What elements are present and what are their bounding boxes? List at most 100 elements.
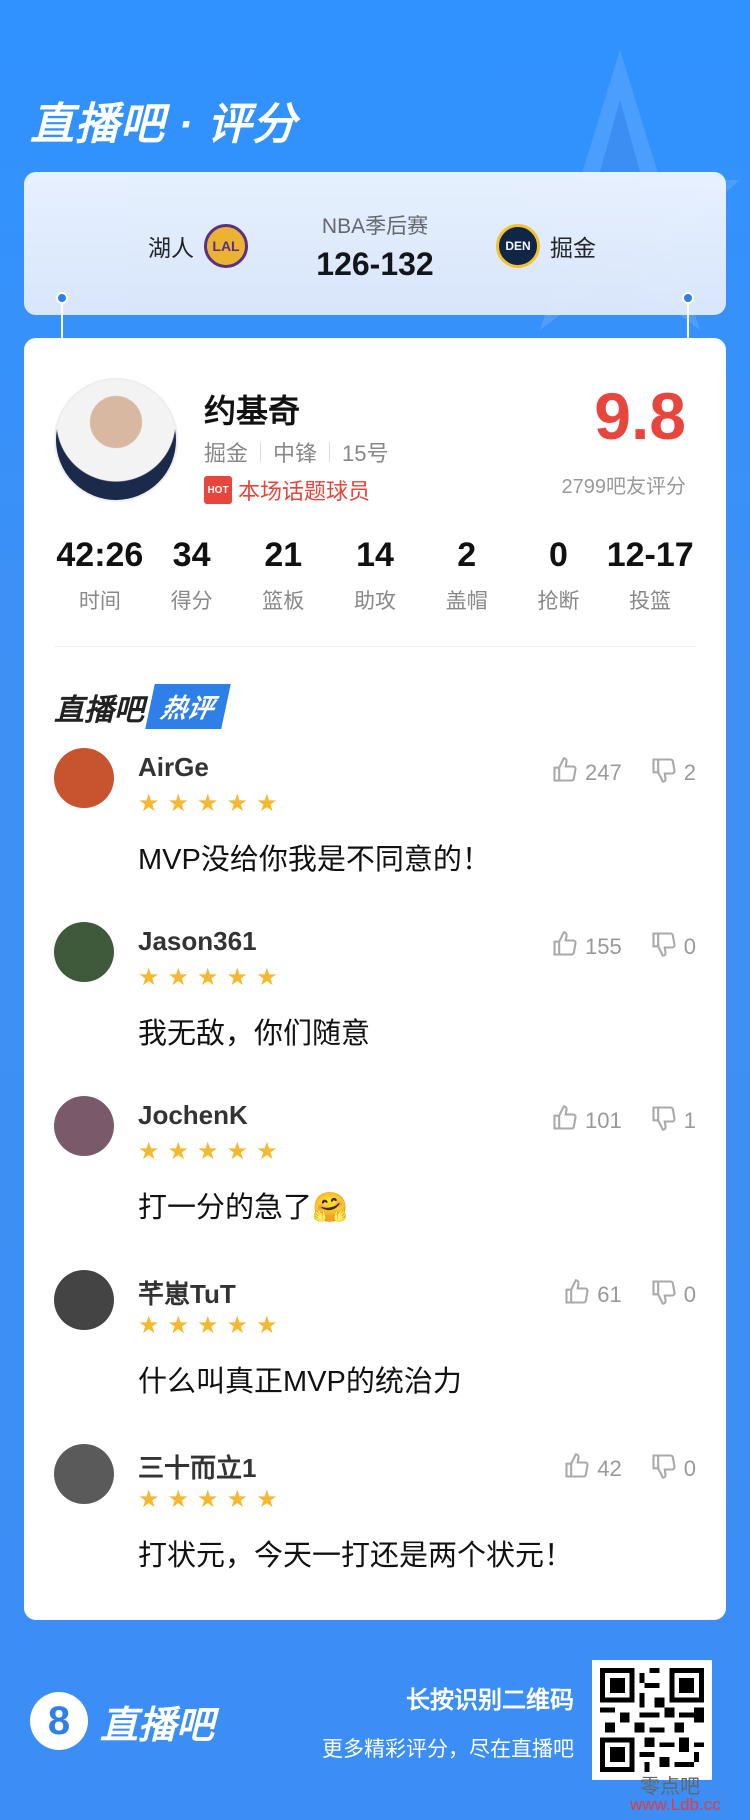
- stat-label: 得分: [170, 590, 213, 613]
- star-icon: ★: [138, 1486, 160, 1513]
- nuggets-logo-icon: DEN: [496, 224, 540, 268]
- hot-topic-label: 本场话题球员: [238, 479, 371, 504]
- stat-value: 34: [172, 536, 211, 574]
- player-position: 中锋: [273, 441, 318, 466]
- comment-item[interactable]: 芊崽TuT ★ ★ ★ ★ ★ 什么叫真正MVP的统治力 61 0: [54, 1270, 696, 1444]
- star-icon: ★: [256, 964, 278, 991]
- comment-text: MVP没给你我是不同意的！: [138, 844, 491, 876]
- comment-star-rating: ★ ★ ★ ★ ★: [138, 792, 278, 816]
- star-icon: ★: [197, 790, 219, 817]
- thumbs-down-icon: [650, 1452, 678, 1486]
- dislike-count: 1: [683, 1108, 696, 1133]
- like-count: 155: [585, 934, 622, 959]
- cta-sub-text: 更多精彩评分，尽在直播吧: [322, 1738, 574, 1761]
- player-avatar[interactable]: [54, 378, 178, 502]
- dislike-button[interactable]: 0: [650, 1278, 696, 1312]
- section-divider: [54, 646, 696, 647]
- away-team-name: 掘金: [550, 235, 596, 261]
- stat-blocks: 2 盖帽: [421, 536, 513, 615]
- like-button[interactable]: 247: [551, 756, 622, 790]
- star-icon: ★: [138, 964, 160, 991]
- meta-divider: [329, 442, 331, 462]
- dislike-button[interactable]: 0: [650, 1452, 696, 1486]
- player-stats: 42:26 时间 34 得分 21 篮板 14 助攻 2 盖帽 0 抢断 12-…: [54, 536, 696, 615]
- dislike-button[interactable]: 1: [650, 1104, 696, 1138]
- hot-comments-title: 直播吧: [54, 693, 144, 727]
- player-number: 15号: [342, 441, 389, 466]
- stat-label: 助攻: [354, 590, 397, 613]
- comment-item[interactable]: Jason361 ★ ★ ★ ★ ★ 我无敌，你们随意 155 0: [54, 922, 696, 1096]
- stat-value: 21: [264, 536, 303, 574]
- qr-code-icon[interactable]: [592, 1660, 712, 1780]
- dislike-button[interactable]: 0: [650, 930, 696, 964]
- stat-label: 时间: [78, 590, 121, 613]
- zhibo8-logo-icon: 8: [30, 1692, 88, 1750]
- dislike-button[interactable]: 2: [650, 756, 696, 790]
- hot-topic-tag: HOT 本场话题球员: [204, 474, 370, 506]
- star-icon: ★: [226, 1312, 249, 1339]
- like-count: 61: [597, 1282, 622, 1307]
- user-avatar[interactable]: [54, 1270, 114, 1330]
- like-button[interactable]: 61: [563, 1278, 622, 1312]
- stat-rebounds: 21 篮板: [237, 536, 329, 615]
- meta-divider: [260, 442, 262, 462]
- comment-item[interactable]: AirGe ★ ★ ★ ★ ★ MVP没给你我是不同意的！ 247 2: [54, 748, 696, 922]
- stat-value: 12-17: [606, 536, 694, 574]
- stat-label: 抢断: [537, 590, 580, 613]
- star-icon: ★: [226, 1138, 249, 1165]
- star-icon: ★: [167, 790, 190, 817]
- stat-value: 2: [457, 536, 477, 574]
- match-card: 湖人 LAL NBA季后赛 126-132 DEN 掘金: [24, 172, 726, 315]
- like-count: 247: [585, 760, 622, 785]
- comment-username[interactable]: AirGe: [138, 752, 209, 783]
- comment-username[interactable]: Jason361: [138, 926, 257, 957]
- comment-item[interactable]: JochenK ★ ★ ★ ★ ★ 打一分的急了🤗 101 1: [54, 1096, 696, 1270]
- comment-text: 我无敌，你们随意: [138, 1018, 371, 1050]
- page-title: 直播吧 · 评分: [30, 100, 298, 149]
- comment-votes: 61 0: [563, 1278, 696, 1312]
- hot-comments-badge: 热评: [145, 684, 231, 729]
- star-icon: ★: [256, 790, 278, 817]
- like-button[interactable]: 155: [551, 930, 622, 964]
- like-count: 101: [585, 1108, 622, 1133]
- user-avatar[interactable]: [54, 1096, 114, 1156]
- hot-flame-icon: HOT: [204, 476, 232, 504]
- thumbs-down-icon: [650, 930, 678, 964]
- player-team: 掘金: [204, 441, 249, 466]
- user-avatar[interactable]: [54, 1444, 114, 1504]
- star-icon: ★: [197, 1486, 219, 1513]
- star-icon: ★: [256, 1486, 278, 1513]
- comment-username[interactable]: 三十而立1: [138, 1448, 256, 1485]
- player-rating-card: 约基奇 掘金 中锋 15号 HOT 本场话题球员 9.8 2799吧友评分 42…: [24, 338, 726, 1620]
- stat-field-goals: 12-17 投篮: [604, 536, 696, 615]
- footer-cta: 长按识别二维码 更多精彩评分，尽在直播吧: [322, 1680, 574, 1763]
- comment-star-rating: ★ ★ ★ ★ ★: [138, 1488, 278, 1512]
- comment-text: 打一分的急了🤗: [138, 1192, 349, 1224]
- star-icon: ★: [138, 1138, 160, 1165]
- league-label: NBA季后赛: [321, 215, 429, 238]
- comment-username[interactable]: 芊崽TuT: [138, 1274, 236, 1311]
- star-icon: ★: [226, 964, 249, 991]
- dislike-count: 0: [683, 934, 696, 959]
- star-icon: ★: [138, 1312, 160, 1339]
- stat-steals: 0 抢断: [513, 536, 605, 615]
- star-icon: ★: [256, 1138, 278, 1165]
- watermark-url: www.Ldb.cc: [630, 1795, 721, 1814]
- user-avatar[interactable]: [54, 748, 114, 808]
- comment-votes: 247 2: [551, 756, 696, 790]
- comment-username[interactable]: JochenK: [138, 1100, 248, 1131]
- stat-value: 14: [356, 536, 394, 574]
- thumbs-down-icon: [650, 1104, 678, 1138]
- star-icon: ★: [138, 790, 160, 817]
- stat-minutes: 42:26 时间: [54, 536, 146, 615]
- like-button[interactable]: 101: [551, 1104, 622, 1138]
- user-avatar[interactable]: [54, 922, 114, 982]
- stat-label: 投篮: [629, 590, 672, 613]
- comment-votes: 155 0: [551, 930, 696, 964]
- comment-votes: 101 1: [551, 1104, 696, 1138]
- comment-item[interactable]: 三十而立1 ★ ★ ★ ★ ★ 打状元，今天一打还是两个状元！ 42 0: [54, 1444, 696, 1618]
- like-button[interactable]: 42: [563, 1452, 622, 1486]
- star-icon: ★: [167, 964, 190, 991]
- thumbs-up-icon: [551, 1104, 579, 1138]
- star-icon: ★: [226, 790, 249, 817]
